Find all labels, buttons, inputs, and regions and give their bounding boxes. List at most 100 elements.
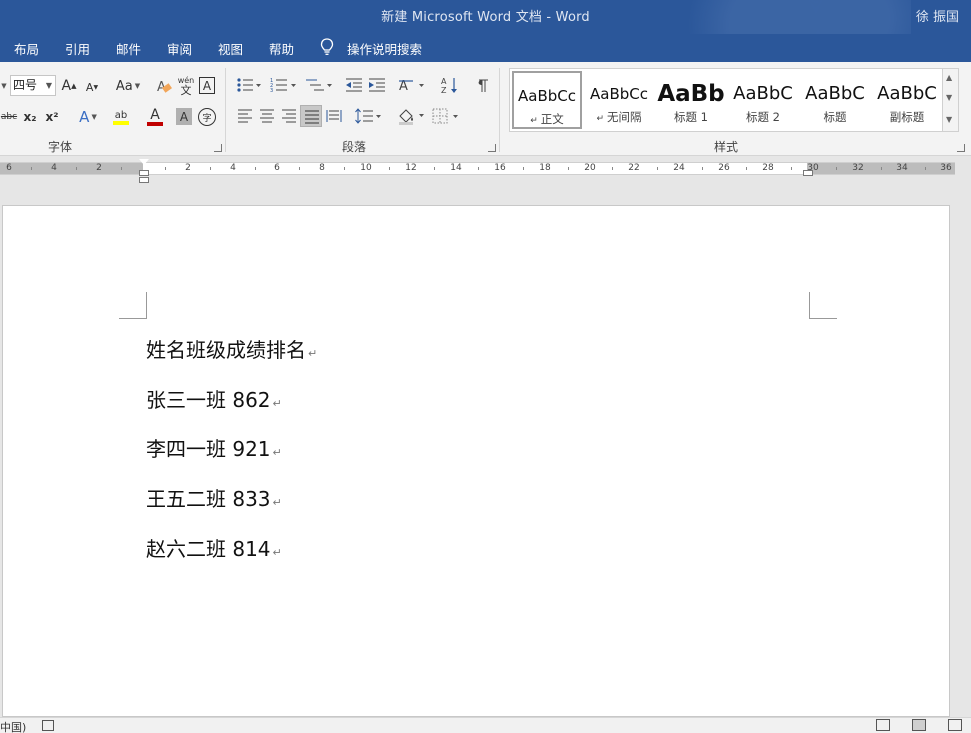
align-left-icon[interactable] xyxy=(237,109,253,123)
ruler-number: 2 xyxy=(185,163,191,173)
font-name-dropdown[interactable]: ▼ xyxy=(0,76,8,96)
first-line-indent-marker[interactable] xyxy=(139,159,149,165)
left-indent-marker[interactable] xyxy=(139,177,149,183)
tab-review[interactable]: 审阅 xyxy=(167,39,192,58)
clear-formatting-icon[interactable]: A xyxy=(156,78,172,94)
text-effects-button[interactable]: A ▼ xyxy=(74,107,102,127)
ruler-tick xyxy=(31,167,32,170)
style-heading-1[interactable]: AaBb 标题 1 xyxy=(656,71,726,129)
group-separator xyxy=(499,68,500,152)
font-group-label: 字体 xyxy=(48,140,73,154)
crop-mark-top-left xyxy=(119,292,147,319)
styles-gallery: AaBbCc ↵ 正文 AaBbCc ↵ 无间隔 AaBb 标题 1 AaBbC… xyxy=(509,68,943,132)
chevron-down-icon: ▼ xyxy=(45,81,52,90)
document-line[interactable]: 王五二班 833 ↵ xyxy=(146,483,282,512)
align-right-icon[interactable] xyxy=(281,109,297,123)
ruler-number: 4 xyxy=(51,163,57,173)
font-dialog-launcher[interactable] xyxy=(214,144,222,152)
highlight-button[interactable]: ab xyxy=(106,107,136,127)
align-center-icon[interactable] xyxy=(259,109,275,123)
paragraph-group-label: 段落 xyxy=(342,140,367,154)
document-line[interactable]: 姓名班级成绩排名 ↵ xyxy=(146,334,317,363)
group-separator xyxy=(225,68,226,152)
tab-help[interactable]: 帮助 xyxy=(269,39,294,58)
window-title: 新建 Microsoft Word 文档 - Word xyxy=(381,10,590,25)
lightbulb-icon[interactable] xyxy=(320,38,334,56)
ruler-tick xyxy=(344,167,345,170)
language-indicator[interactable]: 中国) xyxy=(0,719,26,733)
ruler-tick xyxy=(657,167,658,170)
decrease-indent-icon[interactable] xyxy=(345,77,363,93)
superscript-button[interactable]: x² xyxy=(44,108,60,126)
svg-text:3: 3 xyxy=(270,88,273,93)
distributed-icon[interactable] xyxy=(326,108,342,124)
line-spacing-icon[interactable] xyxy=(355,108,383,124)
right-indent-marker[interactable] xyxy=(803,170,813,176)
ruler-number: 28 xyxy=(762,163,774,173)
ruler-tick xyxy=(881,167,882,170)
font-size-value: 四号 xyxy=(13,78,38,92)
macro-recording-icon[interactable] xyxy=(42,720,54,731)
enclose-characters-button[interactable]: 字 xyxy=(198,108,216,126)
grow-font-button[interactable]: A ▲ xyxy=(61,76,77,96)
more-styles-icon[interactable]: ▼ xyxy=(946,115,952,124)
scroll-down-icon[interactable]: ▼ xyxy=(946,93,952,102)
font-size-combo[interactable]: 四号 ▼ xyxy=(10,75,56,96)
ruler-tick xyxy=(612,167,613,170)
tab-view[interactable]: 视图 xyxy=(218,39,243,58)
justify-button[interactable] xyxy=(300,105,322,127)
scroll-up-icon[interactable]: ▲ xyxy=(946,73,952,82)
ruler-number: 36 xyxy=(940,163,952,173)
strikethrough-button[interactable]: abc xyxy=(0,108,18,126)
ruler-tick xyxy=(299,167,300,170)
numbering-icon[interactable]: 123 xyxy=(270,77,298,93)
shrink-font-button[interactable]: A ▼ xyxy=(84,78,100,96)
user-account[interactable]: 徐 振国 xyxy=(916,6,959,25)
ruler-tick xyxy=(121,167,122,170)
styles-gallery-scroll[interactable]: ▲ ▼ ▼ xyxy=(943,68,959,132)
change-case-button[interactable]: Aa ▼ xyxy=(111,76,145,96)
subscript-button[interactable]: x₂ xyxy=(22,108,38,126)
crop-mark-top-right xyxy=(809,292,837,319)
show-formatting-marks-icon[interactable] xyxy=(474,76,490,94)
bullets-icon[interactable] xyxy=(236,77,262,93)
ruler-number: 2 xyxy=(96,163,102,173)
document-line[interactable]: 赵六二班 814 ↵ xyxy=(146,533,282,562)
sort-icon[interactable]: AZ xyxy=(441,76,459,94)
character-shading-button[interactable]: A xyxy=(176,108,192,125)
ruler-number: 22 xyxy=(628,163,640,173)
style-heading-2[interactable]: AaBbC 标题 2 xyxy=(728,71,798,129)
document-line[interactable]: 李四一班 921 ↵ xyxy=(146,433,282,462)
document-page[interactable]: 姓名班级成绩排名 ↵ 张三一班 862 ↵ 李四一班 921 ↵ 王五二班 833 ↵ … xyxy=(2,205,950,717)
web-layout-icon[interactable] xyxy=(948,719,962,731)
tab-references[interactable]: 引用 xyxy=(65,39,90,58)
ruler-number: 20 xyxy=(584,163,596,173)
style-title[interactable]: AaBbC 标题 xyxy=(800,71,870,129)
document-line[interactable]: 张三一班 862 ↵ xyxy=(146,384,282,413)
ruler-number: 34 xyxy=(896,163,908,173)
styles-dialog-launcher[interactable] xyxy=(957,144,965,152)
tab-mailings[interactable]: 邮件 xyxy=(116,39,141,58)
ruler-number: 10 xyxy=(360,163,372,173)
ruler-number: 18 xyxy=(539,163,551,173)
tell-me-search[interactable]: 操作说明搜索 xyxy=(347,39,422,58)
hanging-indent-marker[interactable] xyxy=(139,170,149,176)
shading-icon[interactable] xyxy=(397,107,427,125)
read-mode-icon[interactable] xyxy=(876,719,890,731)
ruler-tick xyxy=(836,167,837,170)
tab-layout[interactable]: 布局 xyxy=(14,39,39,58)
borders-icon[interactable] xyxy=(432,108,462,124)
paragraph-dialog-launcher[interactable] xyxy=(488,144,496,152)
character-border-button[interactable]: A xyxy=(199,77,215,94)
style-normal[interactable]: AaBbCc ↵ 正文 xyxy=(512,71,582,129)
style-no-spacing[interactable]: AaBbCc ↵ 无间隔 xyxy=(584,71,654,129)
font-color-button[interactable]: A xyxy=(140,107,170,127)
ruler-number: 6 xyxy=(274,163,280,173)
phonetic-guide-button[interactable]: wén 文 xyxy=(176,75,196,97)
style-subtitle[interactable]: AaBbC 副标题 xyxy=(872,71,942,129)
print-layout-icon[interactable] xyxy=(912,719,926,731)
asian-layout-icon[interactable]: A xyxy=(399,77,427,93)
multilevel-list-icon[interactable] xyxy=(305,77,333,93)
ruler-number: 24 xyxy=(673,163,685,173)
increase-indent-icon[interactable] xyxy=(368,77,386,93)
